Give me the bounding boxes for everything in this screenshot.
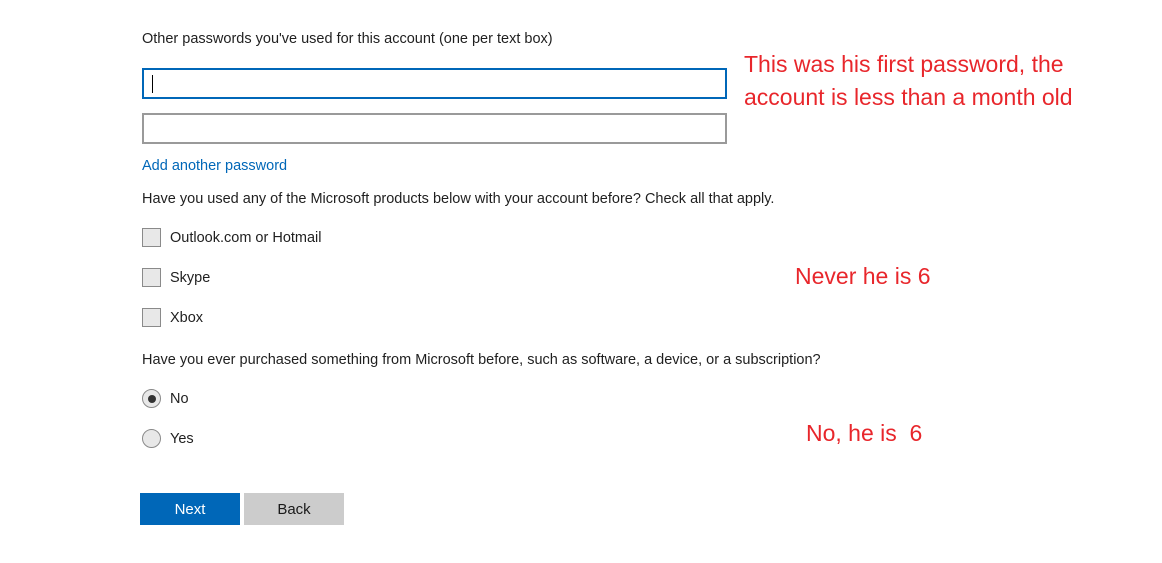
radio-button[interactable] bbox=[142, 429, 161, 448]
purchase-option-yes[interactable]: Yes bbox=[142, 429, 194, 448]
checkbox[interactable] bbox=[142, 308, 161, 327]
product-option-outlook[interactable]: Outlook.com or Hotmail bbox=[142, 228, 322, 247]
annotation-products-note: Never he is 6 bbox=[795, 263, 931, 289]
product-option-label: Xbox bbox=[170, 309, 204, 326]
product-option-label: Outlook.com or Hotmail bbox=[170, 229, 322, 246]
text-cursor bbox=[152, 75, 153, 93]
checkbox[interactable] bbox=[142, 228, 161, 247]
add-another-password-link[interactable]: Add another password bbox=[142, 158, 287, 174]
product-option-skype[interactable]: Skype bbox=[142, 268, 210, 287]
purchase-option-no[interactable]: No bbox=[142, 389, 189, 408]
purchase-option-label: Yes bbox=[170, 430, 194, 447]
products-question: Have you used any of the Microsoft produ… bbox=[142, 191, 775, 207]
annotation-purchase-note: No, he is 6 bbox=[806, 420, 923, 446]
product-option-xbox[interactable]: Xbox bbox=[142, 308, 203, 327]
product-option-label: Skype bbox=[170, 269, 211, 286]
annotation-first-password-line2: account is less than a month old bbox=[744, 84, 1073, 110]
passwords-label: Other passwords you've used for this acc… bbox=[142, 31, 553, 47]
password-input-2[interactable] bbox=[142, 113, 727, 144]
password-input-1[interactable] bbox=[142, 68, 727, 99]
checkbox[interactable] bbox=[142, 268, 161, 287]
next-button[interactable]: Next bbox=[140, 493, 240, 525]
radio-button[interactable] bbox=[142, 389, 161, 408]
annotation-first-password-line1: This was his first password, the bbox=[744, 51, 1064, 77]
back-button[interactable]: Back bbox=[244, 493, 344, 525]
purchase-question: Have you ever purchased something from M… bbox=[142, 352, 821, 368]
purchase-option-label: No bbox=[170, 390, 189, 407]
